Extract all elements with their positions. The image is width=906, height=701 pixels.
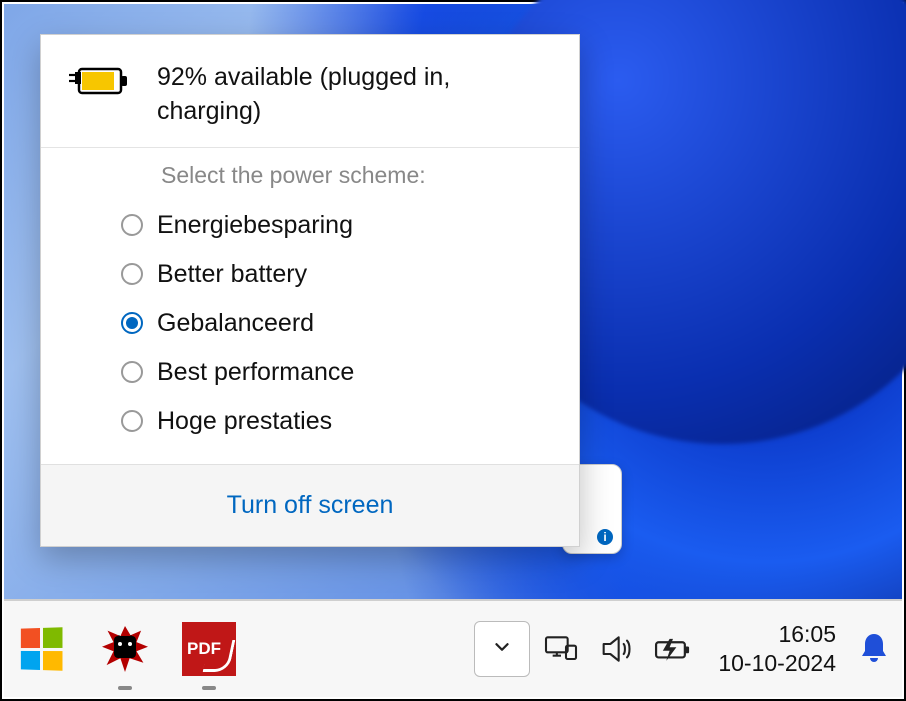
power-scheme-option[interactable]: Gebalanceerd bbox=[91, 299, 579, 348]
clock-date: 10-10-2024 bbox=[718, 649, 836, 678]
notifications-button[interactable] bbox=[856, 625, 892, 673]
power-scheme-option[interactable]: Hoge prestaties bbox=[91, 397, 579, 446]
power-scheme-heading: Select the power scheme: bbox=[41, 148, 579, 195]
start-button[interactable] bbox=[14, 622, 68, 676]
taskbar-clock[interactable]: 16:05 10-10-2024 bbox=[704, 620, 850, 678]
power-scheme-option[interactable]: Best performance bbox=[91, 348, 579, 397]
battery-flyout-header: 92% available (plugged in, charging) bbox=[41, 35, 579, 148]
system-tray: 16:05 10-10-2024 bbox=[474, 620, 892, 678]
bell-icon bbox=[859, 632, 889, 666]
chevron-down-icon bbox=[491, 636, 513, 663]
power-scheme-label: Best performance bbox=[157, 358, 354, 387]
radio-unchecked-icon bbox=[121, 214, 143, 236]
taskbar-app-irfanview[interactable] bbox=[98, 622, 152, 676]
irfanview-icon bbox=[98, 622, 152, 676]
turn-off-screen-link[interactable]: Turn off screen bbox=[227, 491, 394, 519]
running-indicator-icon bbox=[202, 686, 216, 690]
tray-volume-icon[interactable] bbox=[592, 624, 642, 674]
running-indicator-icon bbox=[118, 686, 132, 690]
radio-checked-icon bbox=[121, 312, 143, 334]
taskbar-pinned-apps: PDF bbox=[14, 622, 236, 676]
taskbar: PDF bbox=[4, 599, 902, 697]
tray-battery-icon[interactable] bbox=[648, 624, 698, 674]
battery-flyout-footer: Turn off screen bbox=[41, 464, 579, 546]
power-scheme-label: Hoge prestaties bbox=[157, 407, 332, 436]
tray-display-icon[interactable] bbox=[536, 624, 586, 674]
radio-unchecked-icon bbox=[121, 263, 143, 285]
radio-unchecked-icon bbox=[121, 361, 143, 383]
power-scheme-option[interactable]: Energiebesparing bbox=[91, 201, 579, 250]
power-scheme-list: Energiebesparing Better battery Gebalanc… bbox=[41, 195, 579, 464]
info-badge-icon: i bbox=[597, 529, 613, 545]
windows-logo-icon bbox=[21, 627, 63, 670]
tray-overflow-button[interactable] bbox=[474, 621, 530, 677]
power-scheme-label: Energiebesparing bbox=[157, 211, 353, 240]
clock-time: 16:05 bbox=[718, 620, 836, 649]
power-scheme-label: Gebalanceerd bbox=[157, 309, 314, 338]
power-scheme-option[interactable]: Better battery bbox=[91, 250, 579, 299]
radio-unchecked-icon bbox=[121, 410, 143, 432]
battery-status-text: 92% available (plugged in, charging) bbox=[157, 61, 551, 129]
taskbar-app-pdf[interactable]: PDF bbox=[182, 622, 236, 676]
battery-flyout: 92% available (plugged in, charging) Sel… bbox=[40, 34, 580, 547]
battery-charging-icon bbox=[69, 63, 131, 106]
power-scheme-label: Better battery bbox=[157, 260, 307, 289]
pdf-app-icon: PDF bbox=[182, 622, 236, 676]
